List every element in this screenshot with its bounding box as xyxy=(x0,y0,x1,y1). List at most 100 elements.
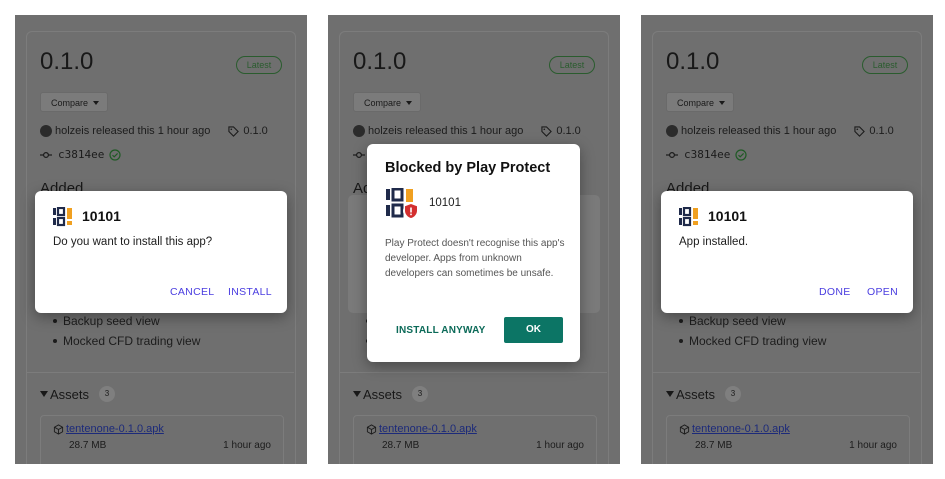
asset-name: tentenone-0.1.0.apk xyxy=(692,423,790,435)
package-icon xyxy=(679,423,690,435)
install-anyway-button[interactable]: INSTALL ANYWAY xyxy=(396,325,485,336)
app-name: 10101 xyxy=(82,208,121,224)
asset-size: 28.7 MB xyxy=(695,440,733,451)
asset-row: tentenone-0.1.0.apk 28.7 MB 1 hour ago xyxy=(40,415,284,464)
list-item: Backup seed view xyxy=(679,311,826,331)
avatar[interactable] xyxy=(40,125,52,137)
installed-message: App installed. xyxy=(679,236,749,248)
git-commit-icon xyxy=(40,151,52,158)
asset-download-link[interactable]: tentenone-0.1.0.apk xyxy=(53,423,164,435)
asset-name: tentenone-0.1.0.apk xyxy=(379,423,477,435)
release-version: 0.1.0 xyxy=(40,48,94,75)
ok-button[interactable]: OK xyxy=(504,317,563,343)
release-tag[interactable]: 0.1.0 xyxy=(243,125,267,137)
asset-time: 1 hour ago xyxy=(536,440,584,451)
commit-line: c3814ee xyxy=(40,148,121,161)
check-circle-icon xyxy=(735,148,747,161)
screen-play-protect: 0.1.0 Latest Compare holzeis released th… xyxy=(328,15,620,464)
app-name: 10101 xyxy=(708,208,747,224)
release-author-line: holzeis released this 1 hour ago 0.1.0 xyxy=(666,125,894,137)
assets-toggle[interactable]: Assets 3 xyxy=(666,386,742,402)
list-item: Backup seed view xyxy=(53,311,200,331)
assets-count-badge: 3 xyxy=(725,386,742,402)
changes-list: Backup seed view Mocked CFD trading view xyxy=(53,311,200,351)
caret-down-icon xyxy=(40,391,48,397)
asset-download-link[interactable]: tentenone-0.1.0.apk xyxy=(366,423,477,435)
commit-line: c3814ee xyxy=(666,148,747,161)
avatar[interactable] xyxy=(353,125,365,137)
asset-size: 28.7 MB xyxy=(69,440,107,451)
chevron-down-icon xyxy=(406,101,412,105)
package-icon xyxy=(366,423,377,435)
release-version: 0.1.0 xyxy=(353,48,407,75)
asset-download-link[interactable]: tentenone-0.1.0.apk xyxy=(679,423,790,435)
tag-icon xyxy=(228,125,240,137)
divider xyxy=(339,372,607,373)
assets-count-badge: 3 xyxy=(99,386,116,402)
app-logo-icon xyxy=(386,188,419,219)
chevron-down-icon xyxy=(93,101,99,105)
avatar[interactable] xyxy=(666,125,678,137)
git-commit-icon xyxy=(353,151,365,158)
latest-badge: Latest xyxy=(549,56,595,74)
asset-time: 1 hour ago xyxy=(223,440,271,451)
play-protect-description: Play Protect doesn't recognise this app'… xyxy=(385,238,565,279)
assets-label: Assets xyxy=(676,386,716,402)
app-name: 10101 xyxy=(429,197,461,209)
compare-button[interactable]: Compare xyxy=(40,92,108,112)
caret-down-icon xyxy=(353,391,361,397)
tag-icon xyxy=(854,125,866,137)
release-version: 0.1.0 xyxy=(666,48,720,75)
assets-count-badge: 3 xyxy=(412,386,429,402)
tag-icon xyxy=(541,125,553,137)
package-icon xyxy=(53,423,64,435)
changes-list: Backup seed view Mocked CFD trading view xyxy=(679,311,826,351)
divider xyxy=(652,372,920,373)
compare-label: Compare xyxy=(364,98,402,108)
app-logo-icon xyxy=(679,207,698,227)
commit-hash[interactable]: c3814ee xyxy=(684,148,730,161)
release-author-text: holzeis released this 1 hour ago xyxy=(55,125,211,137)
asset-size: 28.7 MB xyxy=(382,440,420,451)
screen-app-installed: 0.1.0 Latest Compare holzeis released th… xyxy=(641,15,933,464)
divider xyxy=(26,372,294,373)
assets-toggle[interactable]: Assets 3 xyxy=(40,386,116,402)
latest-badge: Latest xyxy=(236,56,282,74)
release-author-text: holzeis released this 1 hour ago xyxy=(368,125,524,137)
release-author-text: holzeis released this 1 hour ago xyxy=(681,125,837,137)
install-question: Do you want to install this app? xyxy=(53,236,213,248)
open-button[interactable]: OPEN xyxy=(867,286,898,298)
list-item: Mocked CFD trading view xyxy=(53,331,200,351)
asset-name: tentenone-0.1.0.apk xyxy=(66,423,164,435)
compare-button[interactable]: Compare xyxy=(353,92,421,112)
compare-button[interactable]: Compare xyxy=(666,92,734,112)
asset-time: 1 hour ago xyxy=(849,440,897,451)
compare-label: Compare xyxy=(51,98,89,108)
screen-install-prompt: 0.1.0 Latest Compare holzeis released th… xyxy=(15,15,307,464)
assets-label: Assets xyxy=(50,386,90,402)
compare-label: Compare xyxy=(677,98,715,108)
installed-dialog: 10101 App installed. DONE OPEN xyxy=(661,191,913,313)
assets-label: Assets xyxy=(363,386,403,402)
asset-row: tentenone-0.1.0.apk 28.7 MB 1 hour ago xyxy=(353,415,597,464)
check-circle-icon xyxy=(109,148,121,161)
release-tag[interactable]: 0.1.0 xyxy=(869,125,893,137)
git-commit-icon xyxy=(666,151,678,158)
dialog-title: Blocked by Play Protect xyxy=(385,160,551,176)
cancel-button[interactable]: CANCEL xyxy=(170,286,214,298)
caret-down-icon xyxy=(666,391,674,397)
assets-toggle[interactable]: Assets 3 xyxy=(353,386,429,402)
play-protect-dialog: Blocked by Play Protect 10101 Play Prote… xyxy=(367,144,580,362)
install-dialog: 10101 Do you want to install this app? C… xyxy=(35,191,287,313)
list-item: Mocked CFD trading view xyxy=(679,331,826,351)
install-button[interactable]: INSTALL xyxy=(228,286,272,298)
done-button[interactable]: DONE xyxy=(819,286,851,298)
app-logo-icon xyxy=(53,207,72,227)
asset-row: tentenone-0.1.0.apk 28.7 MB 1 hour ago xyxy=(666,415,910,464)
chevron-down-icon xyxy=(719,101,725,105)
latest-badge: Latest xyxy=(862,56,908,74)
release-tag[interactable]: 0.1.0 xyxy=(556,125,580,137)
commit-hash[interactable]: c3814ee xyxy=(58,148,104,161)
release-author-line: holzeis released this 1 hour ago 0.1.0 xyxy=(353,125,581,137)
release-author-line: holzeis released this 1 hour ago 0.1.0 xyxy=(40,125,268,137)
